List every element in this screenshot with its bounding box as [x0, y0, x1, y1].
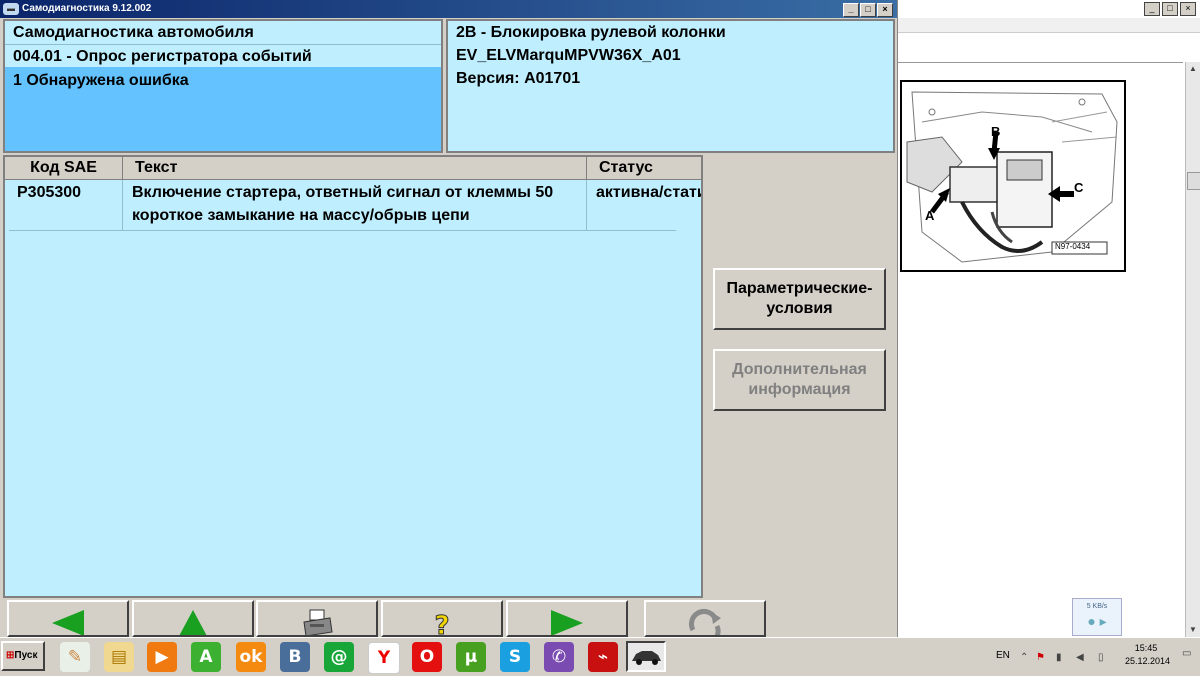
utorrent-icon[interactable]: µ [456, 642, 486, 672]
document-toolbar [897, 18, 1200, 33]
arrow-right-icon [551, 610, 583, 635]
arrow-up-icon [179, 610, 207, 635]
network-signal-icon[interactable]: ▮ [1056, 652, 1067, 663]
wiring-diagram: A B C N97-0434 [900, 80, 1126, 272]
additional-info-button[interactable]: Дополнительная информация [713, 349, 886, 411]
document-scrollbar[interactable]: ▲ ▼ [1185, 62, 1200, 637]
diagram-drawing [902, 82, 1124, 270]
clock-date: 25.12.2014 [1125, 656, 1171, 666]
a-app-icon[interactable]: A [191, 642, 221, 672]
notification-icon[interactable]: ▭ [1182, 648, 1193, 659]
app-title: Самодиагностика 9.12.002 [22, 3, 152, 14]
taskbar: ⊞Пуск ✎ ▤ ▶ A ok B @ Y O µ S ✆ ⌁ EN ⌃ ⚑ … [0, 637, 1200, 676]
column-header-sae-code[interactable]: Код SAE [5, 157, 123, 180]
volume-icon[interactable]: ◀ [1076, 652, 1087, 663]
refresh-icon [688, 608, 721, 635]
system-clock[interactable]: 15:45 25.12.2014 [1125, 642, 1171, 668]
folder-icon[interactable]: ▤ [104, 642, 134, 672]
column-divider [586, 180, 587, 230]
event-recorder-label: 004.01 - Опрос регистратора событий [5, 45, 441, 69]
yandex-browser-icon[interactable]: Y [368, 642, 400, 674]
start-button[interactable]: ⊞Пуск [1, 641, 45, 671]
control-unit-name: 2B - Блокировка рулевой колонки [456, 24, 726, 41]
column-header-text[interactable]: Текст [123, 157, 587, 180]
scroll-down-icon[interactable]: ▼ [1188, 625, 1198, 635]
refresh-button[interactable] [644, 600, 766, 637]
help-button[interactable]: ? [381, 600, 503, 637]
background-window-controls: _ □ × [1144, 2, 1196, 16]
maximize-button[interactable]: □ [860, 3, 876, 17]
diagram-label-b: B [991, 124, 1001, 139]
parametric-conditions-button[interactable]: Параметрические- условия [713, 268, 886, 330]
app-titlebar[interactable]: ▬ Самодиагностика 9.12.002 _ □ × [0, 0, 897, 18]
fault-sae-code[interactable]: P305300 [17, 181, 81, 204]
mail-icon[interactable]: @ [324, 642, 354, 672]
column-header-status[interactable]: Статус [587, 157, 701, 180]
scroll-thumb[interactable] [1187, 172, 1200, 190]
start-label: Пуск [14, 650, 38, 661]
arrow-left-icon [52, 610, 84, 635]
opera-icon[interactable]: O [412, 642, 442, 672]
show-hidden-icons-icon[interactable]: ⌃ [1020, 652, 1031, 663]
help-icon: ? [434, 611, 450, 637]
car-icon [632, 651, 661, 665]
fault-status[interactable]: активна/стати [596, 181, 701, 204]
control-unit-code: EV_ELVMarquMPVW36X_A01 [456, 47, 681, 64]
minimize-icon[interactable]: _ [1144, 2, 1160, 16]
fault-table: Код SAE Текст Статус P305300 Включение с… [3, 155, 703, 598]
printer-icon [303, 609, 333, 635]
network-speed-value: 5 KB/s [1086, 603, 1108, 610]
diagram-label-c: C [1074, 180, 1084, 195]
window-controls: _ □ × [843, 3, 893, 17]
fault-text-line1[interactable]: Включение стартера, ответный сигнал от к… [132, 181, 553, 204]
action-center-icon[interactable]: ⚑ [1036, 652, 1047, 663]
clock-time: 15:45 [1134, 643, 1158, 653]
close-button[interactable]: × [877, 3, 893, 17]
pdf-icon[interactable]: ⌁ [588, 642, 618, 672]
control-unit-version: Версия: A01701 [456, 70, 581, 87]
language-indicator[interactable]: EN [996, 650, 1010, 661]
maximize-icon[interactable]: □ [1162, 2, 1178, 16]
network-icon: ● ▸ [1087, 613, 1107, 629]
close-icon[interactable]: × [1180, 2, 1196, 16]
odnoklassniki-icon[interactable]: ok [236, 642, 266, 672]
diagram-code: N97-0434 [1055, 242, 1091, 251]
control-unit-info-panel: 2B - Блокировка рулевой колонки EV_ELVMa… [446, 19, 895, 153]
viber-icon[interactable]: ✆ [544, 642, 574, 672]
row-divider [9, 230, 676, 231]
vehicle-info-panel: Самодиагностика автомобиля 004.01 - Опро… [3, 19, 443, 153]
up-button[interactable] [132, 600, 254, 637]
scroll-up-icon[interactable]: ▲ [1188, 64, 1198, 74]
battery-icon[interactable]: ▯ [1098, 652, 1109, 663]
forward-button[interactable] [506, 600, 628, 637]
svg-text:?: ? [434, 611, 449, 637]
diagnostic-app-window: ▬ Самодиагностика 9.12.002 _ □ × Самодиа… [0, 0, 898, 637]
fault-count-label[interactable]: 1 Обнаружена ошибка [5, 69, 441, 92]
fault-text-line2[interactable]: короткое замыкание на массу/обрыв цепи [132, 204, 470, 227]
vk-icon[interactable]: B [280, 642, 310, 672]
skype-icon[interactable]: S [500, 642, 530, 672]
network-speed-widget[interactable]: 5 KB/s ● ▸ [1072, 598, 1122, 636]
vehicle-diagnostics-label: Самодиагностика автомобиля [5, 21, 441, 45]
diagram-label-a: A [925, 208, 935, 223]
paint-icon[interactable]: ✎ [60, 642, 90, 672]
back-button[interactable] [7, 600, 129, 637]
navigation-toolbar: ? [3, 598, 895, 637]
column-divider [122, 180, 123, 230]
taskbar-item-diagnostics[interactable] [626, 641, 666, 672]
print-button[interactable] [256, 600, 378, 637]
minimize-button[interactable]: _ [843, 3, 859, 17]
car-icon: ▬ [3, 3, 19, 15]
media-player-icon[interactable]: ▶ [147, 642, 177, 672]
